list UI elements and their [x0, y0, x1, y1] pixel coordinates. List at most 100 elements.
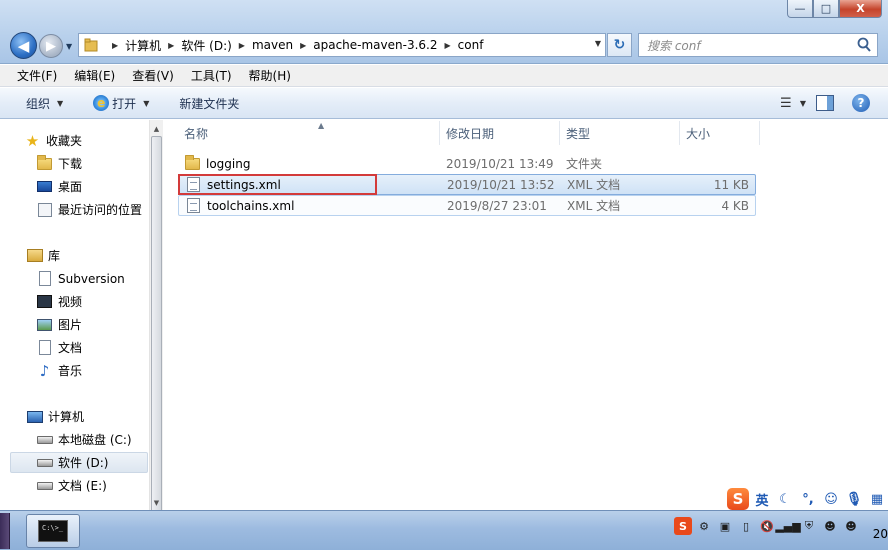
scrollbar-thumb[interactable]	[151, 136, 162, 516]
view-dropdown-icon[interactable]: ▼	[800, 99, 806, 108]
taskbar-app-cmd[interactable]: C:\>_	[26, 514, 80, 548]
ime-toolbar: S 英 ☾ °, ☺ 🎙 ▦	[727, 487, 888, 511]
breadcrumb-separator[interactable]: ▶	[112, 41, 118, 50]
scroll-down-icon[interactable]: ▼	[150, 496, 163, 510]
qq-tray-icon-2[interactable]: ☻	[842, 517, 860, 535]
refresh-icon: ↻	[613, 37, 626, 53]
refresh-button[interactable]: ↻	[607, 33, 632, 57]
taskbar: C:\>_ S ⚙ ▣ ▯ 🔇 ▂▄▆ ⛨ ☻ ☻ 20	[0, 510, 888, 550]
column-header-name[interactable]: 名称 ▲	[178, 121, 440, 145]
file-size: 4 KB	[721, 198, 749, 213]
network-tray-icon[interactable]: ▣	[716, 517, 734, 535]
sogou-tray-icon[interactable]: S	[674, 517, 692, 535]
drive-icon	[36, 455, 53, 471]
breadcrumb-separator[interactable]: ▶	[445, 41, 451, 50]
column-header-size[interactable]: 大小	[680, 121, 760, 145]
start-button[interactable]	[0, 513, 10, 549]
annotation-highlight-box	[178, 174, 377, 195]
maximize-button[interactable]: □	[813, 0, 839, 18]
qq-tray-icon[interactable]: ☻	[821, 517, 839, 535]
menu-edit[interactable]: 编辑(E)	[74, 67, 115, 84]
signal-bars-icon[interactable]: ▂▄▆	[775, 517, 800, 535]
clock[interactable]: 20	[873, 527, 888, 541]
address-bar[interactable]: ▶ 计算机 ▶ 软件 (D:) ▶ maven ▶ apache-maven-3…	[78, 33, 606, 57]
minimize-button[interactable]: —	[787, 0, 813, 18]
file-row-toolchains[interactable]: toolchains.xml 2019/8/27 23:01 XML 文档 4 …	[178, 195, 756, 216]
nav-item-label: 图片	[58, 318, 83, 332]
column-header-date[interactable]: 修改日期	[440, 121, 560, 145]
drive-icon	[36, 432, 53, 448]
music-icon: ♪	[39, 361, 50, 380]
close-button[interactable]: X	[839, 0, 882, 18]
menu-view[interactable]: 查看(V)	[132, 67, 174, 84]
libraries-icon	[26, 248, 43, 264]
file-name: toolchains.xml	[207, 198, 295, 213]
nav-item-label: 音乐	[58, 364, 83, 378]
nav-computer-label: 计算机	[48, 410, 85, 424]
search-icon[interactable]	[856, 37, 872, 53]
forward-arrow-icon: ▶	[46, 38, 56, 54]
menu-help[interactable]: 帮助(H)	[249, 67, 291, 84]
breadcrumb-conf[interactable]: conf	[458, 38, 484, 52]
sogou-logo-icon[interactable]: S	[727, 488, 749, 510]
menu-file[interactable]: 文件(F)	[17, 67, 57, 84]
folder-icon	[83, 38, 99, 52]
menu-tools[interactable]: 工具(T)	[191, 67, 232, 84]
breadcrumb-drive-d[interactable]: 软件 (D:)	[181, 37, 231, 54]
view-options-icon[interactable]: ☰	[777, 94, 795, 112]
column-header-type[interactable]: 类型	[560, 121, 680, 145]
new-folder-label: 新建文件夹	[179, 96, 240, 111]
scroll-up-icon[interactable]: ▲	[150, 122, 163, 136]
file-size: 11 KB	[713, 177, 749, 192]
chevron-down-icon: ▼	[143, 98, 150, 108]
nav-item-label: 最近访问的位置	[58, 203, 143, 217]
file-name: logging	[206, 156, 251, 171]
file-date: 2019/10/21 13:49	[446, 156, 554, 171]
search-input[interactable]: 搜索 conf	[638, 33, 878, 57]
file-type: 文件夹	[566, 157, 603, 171]
document-icon	[36, 340, 53, 356]
keyboard-icon[interactable]: ▦	[867, 489, 887, 509]
organize-label: 组织	[26, 96, 51, 111]
open-button[interactable]: e 打开 ▼	[93, 95, 149, 112]
breadcrumb-separator[interactable]: ▶	[168, 41, 174, 50]
breadcrumb-maven[interactable]: maven	[252, 38, 293, 52]
volume-muted-icon[interactable]: 🔇	[758, 517, 776, 535]
settings-tray-icon[interactable]: ⚙	[695, 517, 713, 535]
breadcrumb-computer[interactable]: 计算机	[125, 37, 161, 54]
recent-pages-dropdown[interactable]: ▼	[66, 42, 74, 51]
back-button[interactable]: ◀	[10, 32, 37, 59]
help-icon[interactable]: ?	[852, 94, 870, 112]
ime-mode-indicator[interactable]: 英	[752, 489, 772, 509]
preview-pane-icon[interactable]	[816, 95, 834, 111]
nav-item-label: 下载	[58, 157, 83, 171]
punctuation-icon[interactable]: °,	[798, 489, 818, 509]
file-row-logging[interactable]: logging 2019/10/21 13:49 文件夹	[178, 153, 756, 174]
organize-button[interactable]: 组织 ▼	[26, 95, 63, 112]
downloads-folder-icon	[36, 154, 53, 172]
breadcrumb-separator[interactable]: ▶	[300, 41, 306, 50]
xml-file-icon	[185, 198, 201, 214]
command-prompt-icon: C:\>_	[38, 520, 68, 542]
breadcrumb-apache-maven[interactable]: apache-maven-3.6.2	[313, 38, 437, 52]
picture-icon	[36, 317, 53, 333]
file-date: 2019/8/27 23:01	[447, 198, 547, 213]
desktop-icon	[36, 179, 53, 195]
star-icon: ★	[25, 131, 40, 150]
window-controls: — □ X	[787, 0, 882, 18]
nav-item-drive-d[interactable]: 软件 (D:)	[10, 452, 148, 473]
nav-item-label: Subversion	[58, 271, 125, 286]
half-width-moon-icon[interactable]: ☾	[775, 489, 795, 509]
file-type: XML 文档	[567, 199, 621, 213]
drive-icon	[36, 478, 53, 494]
microphone-icon[interactable]: 🎙	[844, 489, 864, 509]
shield-tray-icon[interactable]: ⛨	[800, 517, 818, 535]
nav-scrollbar[interactable]: ▲ ▼	[149, 120, 163, 516]
power-tray-icon[interactable]: ▯	[737, 517, 755, 535]
forward-button[interactable]: ▶	[39, 34, 63, 58]
new-folder-button[interactable]: 新建文件夹	[179, 95, 239, 112]
address-dropdown-icon[interactable]: ▼	[595, 39, 601, 48]
breadcrumb-separator[interactable]: ▶	[239, 41, 245, 50]
document-icon	[36, 271, 53, 287]
emoji-icon[interactable]: ☺	[821, 489, 841, 509]
